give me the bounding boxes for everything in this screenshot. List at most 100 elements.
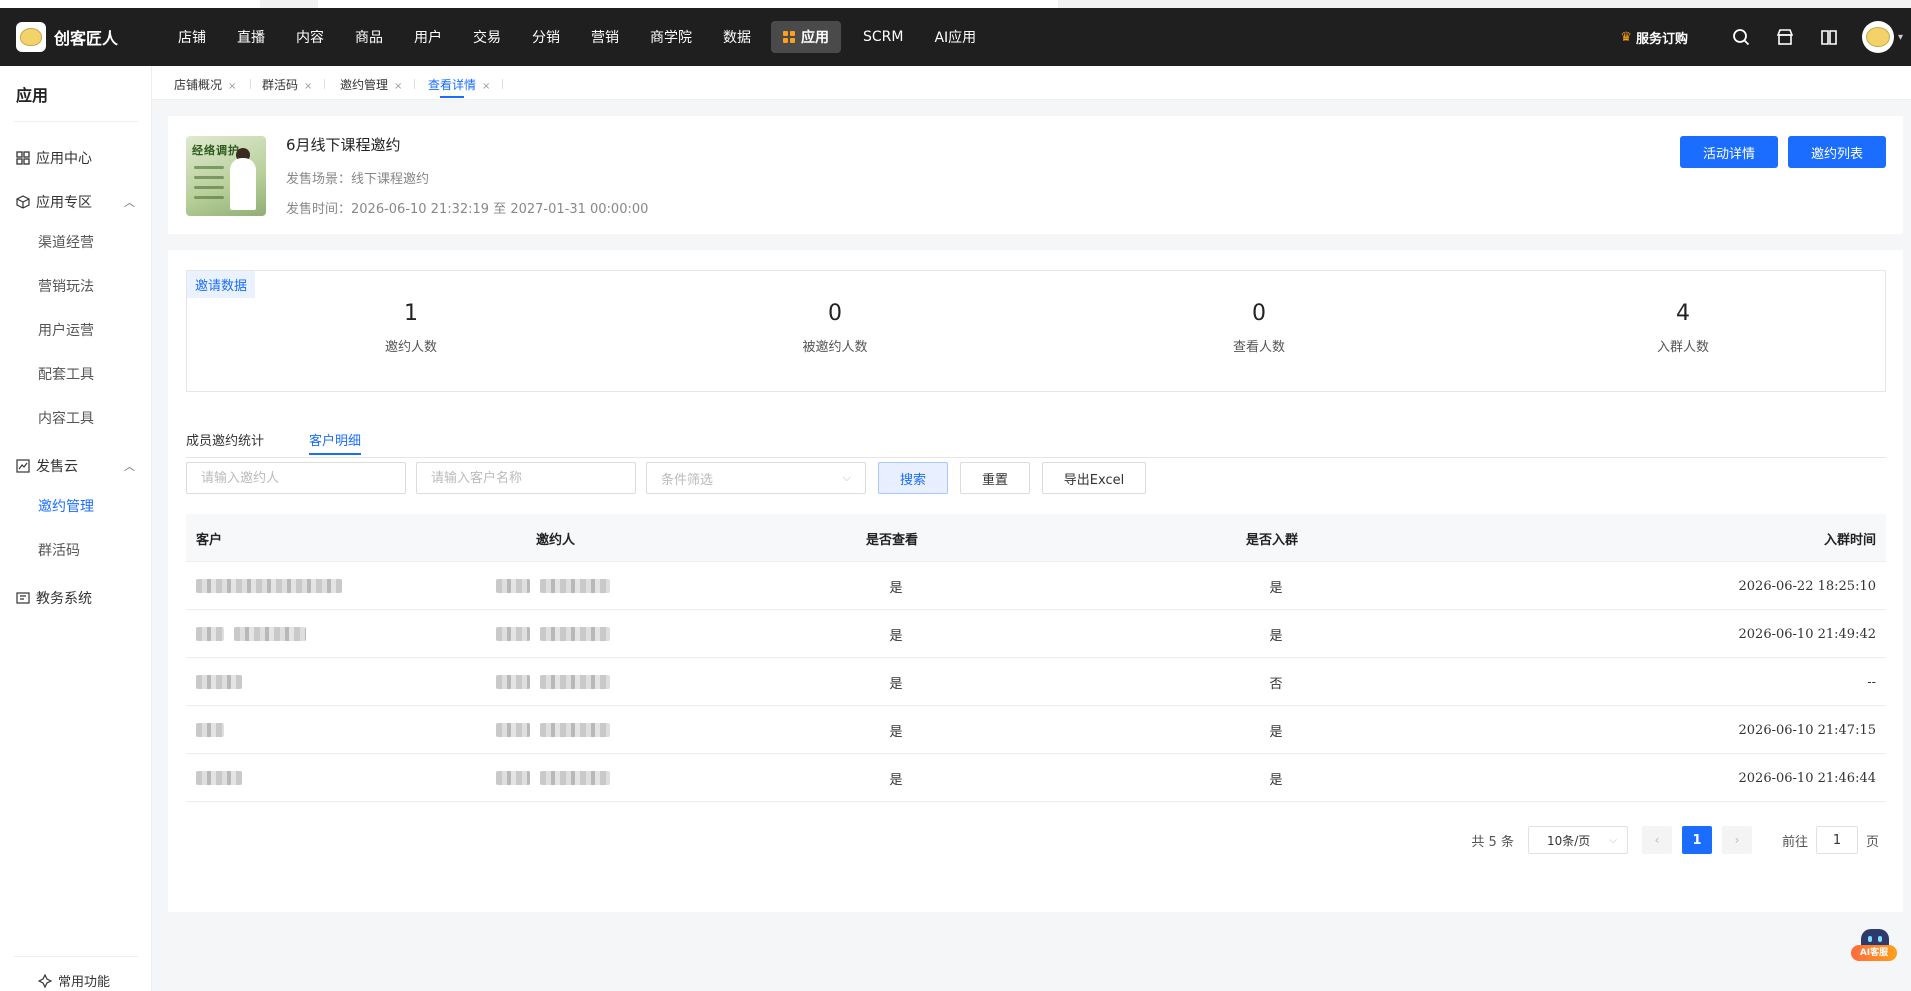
col-header-customer: 客户 [196, 532, 223, 548]
cube-icon [16, 195, 30, 209]
page-size-select[interactable]: 10条/页 ⌵ [1527, 826, 1628, 854]
nav-item-academy[interactable]: 商学院 [650, 27, 692, 47]
nav-item-apps[interactable]: 应用 [771, 21, 841, 53]
activity-detail-button[interactable]: 活动详情 [1680, 136, 1778, 168]
chevron-up-icon[interactable]: ︿ [124, 458, 135, 474]
joined-cell: 是 [1269, 772, 1283, 788]
close-icon[interactable]: × [304, 81, 312, 92]
sidebar-item-label: 应用专区 [36, 195, 92, 211]
common-functions[interactable]: 常用功能 [38, 971, 110, 990]
invite-stats-panel: 邀请数据 1 邀约人数 0 被邀约人数 0 查看人数 4 入群人数 [186, 270, 1886, 392]
table-row[interactable]: 是 否 -- [186, 658, 1886, 706]
nav-item-shop[interactable]: 店铺 [178, 27, 206, 47]
tab-group-code[interactable]: 群活码 × [262, 76, 312, 93]
nav-item-marketing[interactable]: 营销 [591, 27, 619, 47]
chevron-up-icon[interactable]: ︿ [124, 194, 135, 210]
inviter-search-input[interactable] [186, 462, 406, 494]
table-row[interactable]: 是 是 2026-06-10 21:46:44 [186, 754, 1886, 802]
stat-value: 0 [828, 301, 842, 326]
brand-name: 创客匠人 [54, 29, 119, 48]
sidebar-title: 应用 [16, 86, 49, 105]
nav-item-live[interactable]: 直播 [237, 27, 265, 47]
customer-cell-blurred [196, 658, 252, 706]
stat-value: 4 [1676, 301, 1690, 326]
sidebar-item-group-code[interactable]: 群活码 [38, 540, 80, 560]
sidebar-group-sales-cloud[interactable]: 发售云 [16, 456, 78, 476]
ai-service-bubble[interactable]: AI客服 [1849, 929, 1897, 965]
close-icon[interactable]: × [228, 81, 236, 92]
nav-item-users[interactable]: 用户 [414, 27, 442, 47]
sidebar-group-app-zone[interactable]: 应用专区 [16, 192, 92, 212]
prev-page-icon[interactable]: ‹ [1641, 826, 1672, 854]
tab-label: 邀约管理 [340, 78, 389, 92]
nav-item-data[interactable]: 数据 [723, 27, 751, 47]
sidebar-item-marketing-play[interactable]: 营销玩法 [38, 276, 94, 296]
close-icon[interactable]: × [394, 81, 402, 92]
tab-invite-mgmt[interactable]: 邀约管理 × [340, 76, 402, 93]
next-page-icon[interactable]: › [1721, 826, 1752, 854]
sidebar-item-user-ops[interactable]: 用户运营 [38, 320, 94, 340]
condition-select[interactable]: 条件筛选 ⌵ [646, 462, 866, 494]
nav-item-goods[interactable]: 商品 [355, 27, 383, 47]
avatar[interactable] [1861, 21, 1894, 53]
table-row[interactable]: 是 是 2026-06-10 21:49:42 [186, 610, 1886, 658]
customer-search-input[interactable] [416, 462, 636, 494]
customer-cell-blurred [196, 610, 316, 658]
inviter-cell-blurred [496, 754, 620, 802]
nav-item-ai-apps[interactable]: AI应用 [934, 27, 976, 47]
stat-label: 被邀约人数 [802, 340, 868, 355]
tab-divider [250, 79, 251, 89]
event-poster-image: 经络调护 [186, 136, 266, 216]
service-order-link[interactable]: ♛ 服务订购 [1620, 28, 1688, 47]
tab-member-invite-stats[interactable]: 成员邀约统计 [186, 430, 264, 449]
nav-item-apps-label: 应用 [801, 30, 829, 46]
top-navbar: 创客匠人 店铺 直播 内容 商品 用户 交易 分销 营销 商学院 数据 应用 S… [0, 8, 1911, 66]
tab-divider [502, 79, 503, 89]
common-functions-label: 常用功能 [58, 975, 111, 990]
search-icon[interactable] [1730, 26, 1752, 48]
tab-label: 群活码 [262, 78, 299, 92]
chevron-down-icon[interactable]: ▾ [1898, 32, 1903, 43]
joined-cell: 是 [1269, 580, 1283, 596]
col-header-viewed: 是否查看 [866, 532, 919, 548]
stat-viewers: 0 查看人数 [1159, 301, 1359, 355]
page-number-current[interactable]: 1 [1681, 826, 1712, 854]
search-button[interactable]: 搜索 [878, 462, 948, 494]
sidebar-item-app-center[interactable]: 应用中心 [16, 148, 92, 168]
invite-list-button[interactable]: 邀约列表 [1788, 136, 1886, 168]
tab-shop-overview[interactable]: 店铺概况 × [174, 76, 236, 93]
nav-item-scrm[interactable]: SCRM [863, 29, 903, 45]
join-time-cell: 2026-06-10 21:46:44 [1738, 770, 1876, 786]
store-icon[interactable] [1774, 26, 1796, 48]
nav-item-distribution[interactable]: 分销 [532, 27, 560, 47]
stat-inviters: 1 邀约人数 [311, 301, 511, 355]
grid-icon [16, 151, 30, 165]
tab-label: 查看详情 [428, 78, 477, 92]
reset-button[interactable]: 重置 [960, 462, 1030, 494]
tab-view-detail[interactable]: 查看详情 × [428, 76, 490, 98]
viewed-cell: 是 [889, 676, 903, 692]
sidebar-divider [14, 956, 138, 957]
inviter-cell-blurred [496, 610, 620, 658]
sidebar-item-invite-mgmt[interactable]: 邀约管理 [38, 496, 94, 516]
sidebar-item-content-tools[interactable]: 内容工具 [38, 408, 94, 428]
sidebar-item-tools[interactable]: 配套工具 [38, 364, 94, 384]
sidebar-item-edu[interactable]: 教务系统 [16, 588, 92, 608]
book-icon[interactable] [1818, 26, 1840, 48]
tab-customer-detail[interactable]: 客户明细 [309, 430, 362, 455]
nav-item-trade[interactable]: 交易 [473, 27, 501, 47]
goto-page-input[interactable] [1815, 826, 1858, 854]
table-row[interactable]: 是 是 2026-06-10 21:47:15 [186, 706, 1886, 754]
sidebar-item-label: 教务系统 [36, 591, 92, 607]
edu-icon [16, 592, 30, 604]
export-excel-button[interactable]: 导出Excel [1042, 462, 1146, 494]
stat-invitees: 0 被邀约人数 [735, 301, 935, 355]
page-unit-label: 页 [1865, 834, 1879, 850]
sidebar-item-channel[interactable]: 渠道经营 [38, 232, 94, 252]
nav-item-content[interactable]: 内容 [296, 27, 324, 47]
pagination: 共 5 条 10条/页 ⌵ ‹ 1 › 前往 页 [1471, 825, 1879, 855]
close-icon[interactable]: × [482, 81, 490, 92]
table-row[interactable]: 是 是 2026-06-22 18:25:10 [186, 562, 1886, 610]
brand-logo[interactable]: 创客匠人 [16, 21, 118, 53]
goto-label: 前往 [1781, 834, 1808, 850]
